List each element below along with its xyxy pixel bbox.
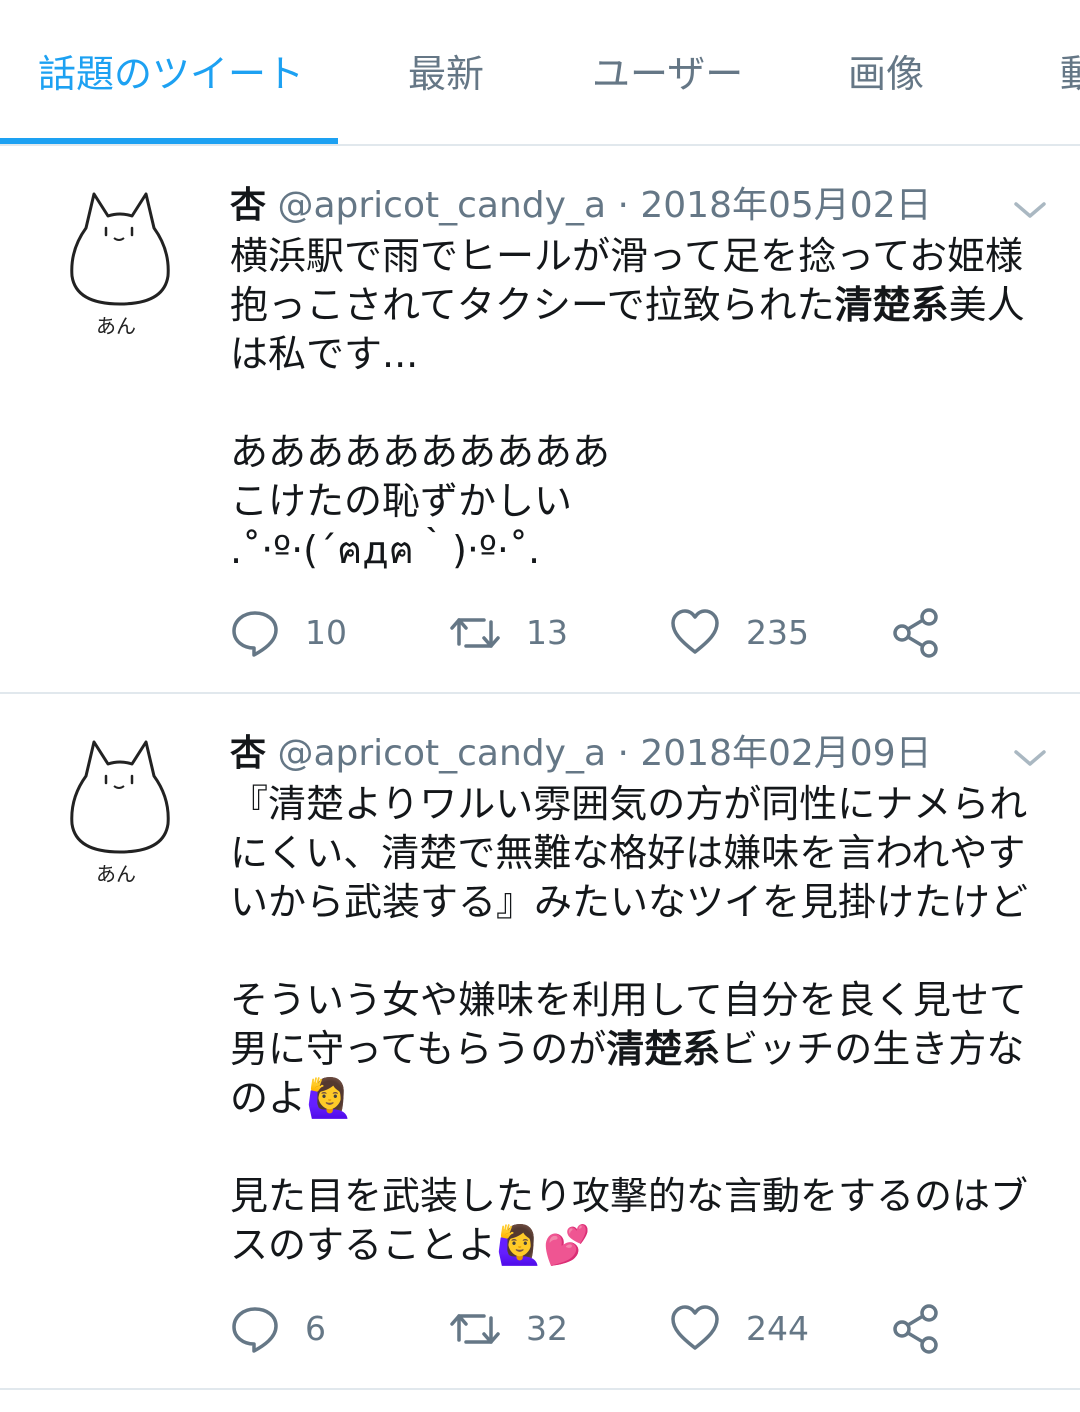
- tweet-text-line: のよ🙋‍♀️: [230, 1074, 1050, 1123]
- tweet-text-line: スのすることよ🙋‍♀️💕: [230, 1221, 1050, 1270]
- tweet-text-line: ああああああああああ: [230, 428, 1050, 477]
- tweet-text-line: にくい、清楚で無難な格好は嫌味を言われやす: [230, 829, 1050, 878]
- tab-videos[interactable]: 動: [1060, 48, 1080, 100]
- like-icon[interactable]: [670, 608, 720, 658]
- text-segment: のよ🙋‍♀️: [230, 1076, 354, 1120]
- text-segment: 見た目を武装したり攻撃的な言動をするのはブ: [230, 1174, 1029, 1218]
- tweet-text-line: こけたの恥ずかしい: [230, 477, 1050, 526]
- tweet-text-line: 見た目を武装したり攻撃的な言動をするのはブ: [230, 1172, 1050, 1221]
- retweet-count: 32: [526, 1309, 568, 1348]
- separator: ·: [617, 733, 629, 774]
- text-segment: 『清楚よりワルい雰囲気の方が同性にナメられ: [230, 782, 1028, 826]
- handle[interactable]: @apricot_candy_a: [277, 185, 606, 226]
- share-icon[interactable]: [890, 608, 940, 658]
- tweet-text-line: 男に守ってもらうのが清楚系ビッチの生き方な: [230, 1025, 1050, 1074]
- tweet-card[interactable]: あん 杏 @apricot_candy_a · 2018年05月02日 横浜駅で…: [0, 148, 1080, 694]
- display-name[interactable]: 杏: [230, 733, 266, 774]
- tweet-card[interactable]: あん 杏 @apricot_candy_a · 2018年02月09日 『清楚よ…: [0, 694, 1080, 1390]
- tab-latest[interactable]: 最新: [408, 48, 484, 100]
- tab-users[interactable]: ユーザー: [592, 48, 743, 100]
- cat-avatar-icon[interactable]: あん: [66, 736, 174, 886]
- text-segment: 男に守ってもらうのが: [230, 1027, 607, 1071]
- handle[interactable]: @apricot_candy_a: [277, 733, 606, 774]
- cat-avatar-icon[interactable]: あん: [66, 188, 174, 338]
- tweet-text-line: いから武装する』みたいなツイを見掛けたけど: [230, 878, 1050, 927]
- active-tab-indicator: [0, 138, 338, 144]
- tweet-text: 『清楚よりワルい雰囲気の方が同性にナメられ にくい、清楚で無難な格好は嫌味を言われ…: [230, 780, 1050, 1270]
- text-segment: ああああああああああ: [230, 430, 611, 474]
- text-segment: ビッチの生き方な: [720, 1027, 1025, 1071]
- text-segment: スのすることよ🙋‍♀️💕: [230, 1223, 591, 1267]
- tweet-text-line: 『清楚よりワルい雰囲気の方が同性にナメられ: [230, 780, 1050, 829]
- retweet-icon[interactable]: [450, 608, 500, 658]
- avatar-caption: あん: [96, 314, 136, 338]
- tab-top-tweets[interactable]: 話題のツイート: [38, 48, 304, 100]
- retweet-count: 13: [526, 613, 568, 652]
- tweet-date[interactable]: 2018年02月09日: [640, 733, 931, 774]
- text-segment: そういう女や嫌味を利用して自分を良く見せて: [230, 978, 1027, 1022]
- tweet-text-line: .˚‧º·(´ฅдฅ｀)‧º·˚.: [230, 526, 1050, 575]
- reply-icon[interactable]: [230, 1304, 280, 1354]
- tweet-header: 杏 @apricot_candy_a · 2018年05月02日: [230, 182, 932, 230]
- like-icon[interactable]: [670, 1304, 720, 1354]
- text-segment: いから武装する』みたいなツイを見掛けたけど: [230, 880, 1029, 924]
- text-segment: 美人: [948, 283, 1025, 327]
- highlighted-keyword: 清楚系: [606, 1027, 721, 1071]
- text-segment: .˚‧º·(´ฅдฅ｀)‧º·˚.: [230, 528, 541, 572]
- tweet-actions: 6 32 244: [0, 1302, 1080, 1362]
- search-tabs: 話題のツイート 最新 ユーザー 画像 動: [0, 0, 1080, 146]
- tweet-date[interactable]: 2018年05月02日: [640, 185, 931, 226]
- display-name[interactable]: 杏: [230, 185, 266, 226]
- reply-count: 10: [305, 613, 347, 652]
- reply-icon[interactable]: [230, 608, 280, 658]
- text-segment: は私です...: [230, 332, 419, 376]
- tweet-header: 杏 @apricot_candy_a · 2018年02月09日: [230, 730, 932, 778]
- text-segment: 抱っこされてタクシーで拉致られた: [230, 283, 835, 327]
- share-icon[interactable]: [890, 1304, 940, 1354]
- like-count: 244: [746, 1309, 809, 1348]
- tweet-text-line: そういう女や嫌味を利用して自分を良く見せて: [230, 976, 1050, 1025]
- text-segment: にくい、清楚で無難な格好は嫌味を言われやす: [230, 831, 1026, 875]
- tweet-text-line: 抱っこされてタクシーで拉致られた清楚系美人: [230, 281, 1050, 330]
- text-segment: こけたの恥ずかしい: [230, 479, 573, 523]
- avatar-caption: あん: [96, 862, 136, 886]
- tweet-actions: 10 13 235: [0, 606, 1080, 666]
- tweet-text-line: 横浜駅で雨でヒールが滑って足を捻ってお姫様: [230, 232, 1050, 281]
- text-segment: 横浜駅で雨でヒールが滑って足を捻ってお姫様: [230, 234, 1024, 278]
- highlighted-keyword: 清楚系: [834, 283, 949, 327]
- like-count: 235: [746, 613, 809, 652]
- reply-count: 6: [305, 1309, 326, 1348]
- retweet-icon[interactable]: [450, 1304, 500, 1354]
- tab-images[interactable]: 画像: [848, 48, 924, 100]
- chevron-down-icon[interactable]: [1012, 746, 1048, 770]
- tweet-text-line: は私です...: [230, 330, 1050, 379]
- chevron-down-icon[interactable]: [1012, 198, 1048, 222]
- tweet-text: 横浜駅で雨でヒールが滑って足を捻ってお姫様 抱っこされてタクシーで拉致られた清楚系…: [230, 232, 1050, 575]
- separator: ·: [617, 185, 629, 226]
